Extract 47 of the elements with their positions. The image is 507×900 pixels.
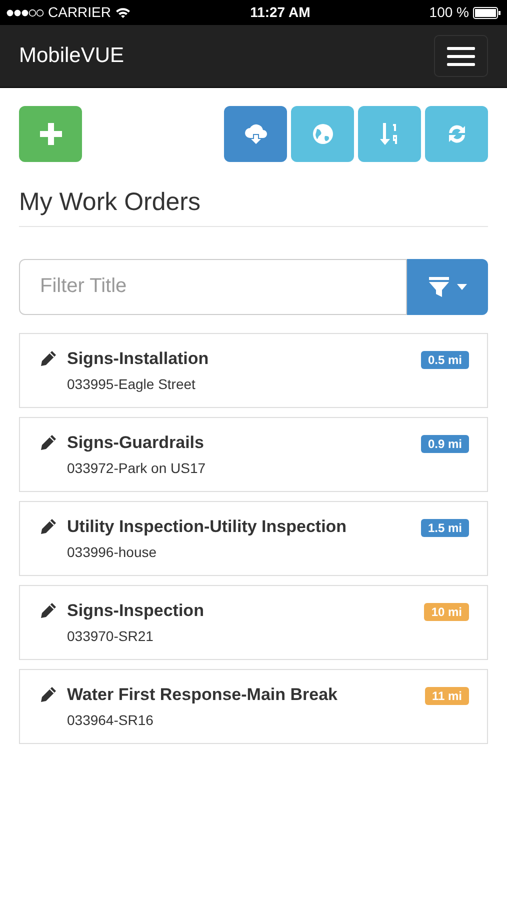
filter-dropdown-button[interactable] bbox=[407, 258, 488, 314]
distance-label: 0.9 mi bbox=[420, 434, 469, 452]
work-order-title: Water First Response-Main Break bbox=[67, 684, 338, 706]
pencil-icon bbox=[39, 350, 57, 368]
battery-percent: 100 % bbox=[429, 3, 469, 22]
filter-icon bbox=[428, 276, 448, 296]
pencil-icon bbox=[39, 686, 57, 704]
work-order-title: Signs-Installation bbox=[67, 348, 210, 370]
work-order-subtitle: 033996-house bbox=[67, 542, 158, 562]
page-heading: My Work Orders bbox=[19, 184, 488, 226]
work-order-title: Utility Inspection-Utility Inspection bbox=[67, 516, 348, 538]
cloud-download-button[interactable] bbox=[224, 106, 287, 162]
distance-label: 10 mi bbox=[424, 602, 469, 620]
status-time: 11:27 AM bbox=[250, 3, 310, 22]
sort-button[interactable] bbox=[358, 106, 421, 162]
menu-button[interactable] bbox=[434, 35, 488, 77]
work-order-subtitle: 033964-SR16 bbox=[67, 710, 154, 730]
cloud-download-icon bbox=[244, 124, 268, 144]
work-order-item[interactable]: Signs-Inspection 033970-SR21 10 mi bbox=[19, 584, 488, 660]
battery-icon bbox=[473, 6, 501, 18]
refresh-button[interactable] bbox=[425, 106, 488, 162]
work-order-title: Signs-Inspection bbox=[67, 600, 205, 622]
wifi-icon bbox=[115, 6, 132, 18]
work-order-subtitle: 033970-SR21 bbox=[67, 626, 154, 646]
signal-icon bbox=[6, 8, 44, 16]
work-order-subtitle: 033995-Eagle Street bbox=[67, 374, 196, 394]
pencil-icon bbox=[39, 518, 57, 536]
app-brand[interactable]: MobileVUE bbox=[19, 40, 124, 72]
work-order-item[interactable]: Signs-Guardrails 033972-Park on US17 0.9 mi bbox=[19, 416, 488, 492]
menu-icon bbox=[447, 46, 475, 66]
carrier-name: CARRIER bbox=[48, 3, 112, 22]
work-order-item[interactable]: Utility Inspection-Utility Inspection 033996-house 1.5 mi bbox=[19, 500, 488, 576]
filter-field[interactable]: Filter Title bbox=[19, 258, 407, 314]
distance-label: 1.5 mi bbox=[420, 518, 469, 536]
globe-icon bbox=[312, 123, 334, 145]
work-order-title: Signs-Guardrails bbox=[67, 432, 205, 454]
distance-label: 11 mi bbox=[424, 686, 469, 704]
work-order-subtitle: 033972-Park on US17 bbox=[67, 458, 207, 478]
pencil-icon bbox=[39, 602, 57, 620]
caret-icon bbox=[456, 284, 466, 290]
work-order-item[interactable]: Water First Response-Main Break 033964-SR16 11 mi bbox=[19, 668, 488, 744]
pencil-icon bbox=[39, 434, 57, 452]
work-order-item[interactable]: Signs-Installation 033995-Eagle Street 0.5 mi bbox=[19, 332, 488, 408]
globe-button[interactable] bbox=[291, 106, 354, 162]
plus-icon bbox=[40, 123, 62, 145]
distance-label: 0.5 mi bbox=[420, 350, 469, 368]
add-button[interactable] bbox=[19, 106, 82, 162]
